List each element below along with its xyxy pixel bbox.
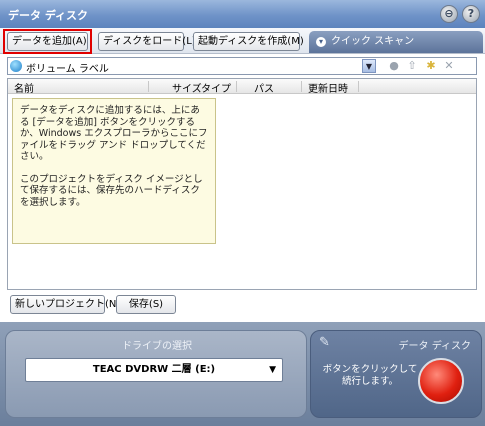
- action-bar: データを追加(A) ディスクをロード(L) 起動ディスクを作成(M) ▾ クイッ…: [0, 28, 485, 54]
- column-divider: [148, 81, 149, 92]
- burn-hint-text: ボタンをクリックして続行します。: [322, 364, 418, 387]
- column-divider: [301, 81, 302, 92]
- delete-icon[interactable]: ✕: [442, 59, 456, 73]
- column-type[interactable]: タイプ: [201, 80, 231, 95]
- add-data-button[interactable]: データを追加(A): [7, 32, 88, 51]
- list-header: 名前 サイズ タイプ パス 更新日時: [8, 79, 476, 95]
- column-size[interactable]: サイズ: [172, 80, 202, 95]
- quick-scan-label: クイック スキャン: [331, 36, 415, 47]
- chevron-down-icon: ▼: [269, 365, 276, 375]
- title-bar: データ ディスク ⊖ ?: [0, 0, 485, 28]
- burn-button[interactable]: [418, 358, 464, 404]
- minimize-icon[interactable]: ⊖: [440, 5, 458, 23]
- column-name[interactable]: 名前: [14, 80, 34, 95]
- column-divider: [358, 81, 359, 92]
- save-button[interactable]: 保存(S): [116, 295, 176, 314]
- up-folder-icon[interactable]: ⇧: [405, 59, 419, 73]
- new-folder-icon[interactable]: ✱: [424, 59, 438, 73]
- new-project-button[interactable]: 新しいプロジェクト(N): [10, 295, 120, 314]
- globe-icon: [10, 60, 22, 72]
- back-icon[interactable]: ●: [387, 59, 401, 73]
- drive-selected-value: TEAC DVDRW 二層 (E:): [92, 364, 216, 375]
- tip-paragraph: データをディスクに追加するには、上にある [データを追加] ボタンをクリックする…: [20, 105, 208, 162]
- column-modified[interactable]: 更新日時: [308, 80, 348, 95]
- address-dropdown-button[interactable]: ▼: [362, 59, 376, 73]
- burn-section-label: データ ディスク: [398, 341, 471, 352]
- quick-scan-tab[interactable]: ▾ クイック スキャン: [309, 31, 483, 53]
- column-divider: [236, 81, 237, 92]
- help-tip-box: データをディスクに追加するには、上にある [データを追加] ボタンをクリックする…: [12, 98, 216, 244]
- load-disc-button[interactable]: ディスクをロード(L): [98, 32, 196, 51]
- create-boot-disc-button[interactable]: 起動ディスクを作成(M): [193, 32, 304, 51]
- window-title: データ ディスク: [8, 9, 89, 22]
- wrench-icon[interactable]: ✎: [319, 335, 330, 350]
- drive-section-label: ドライブの選択: [122, 341, 192, 352]
- column-path[interactable]: パス: [254, 80, 274, 95]
- drive-select[interactable]: TEAC DVDRW 二層 (E:) ▼: [25, 358, 283, 382]
- volume-label-text: ボリューム ラベル: [26, 64, 109, 75]
- chevron-down-icon: ▾: [316, 37, 326, 47]
- help-icon[interactable]: ?: [462, 5, 480, 23]
- tip-paragraph: このプロジェクトをディスク イメージとして保存するには、保存先のハードディスクを…: [20, 173, 203, 208]
